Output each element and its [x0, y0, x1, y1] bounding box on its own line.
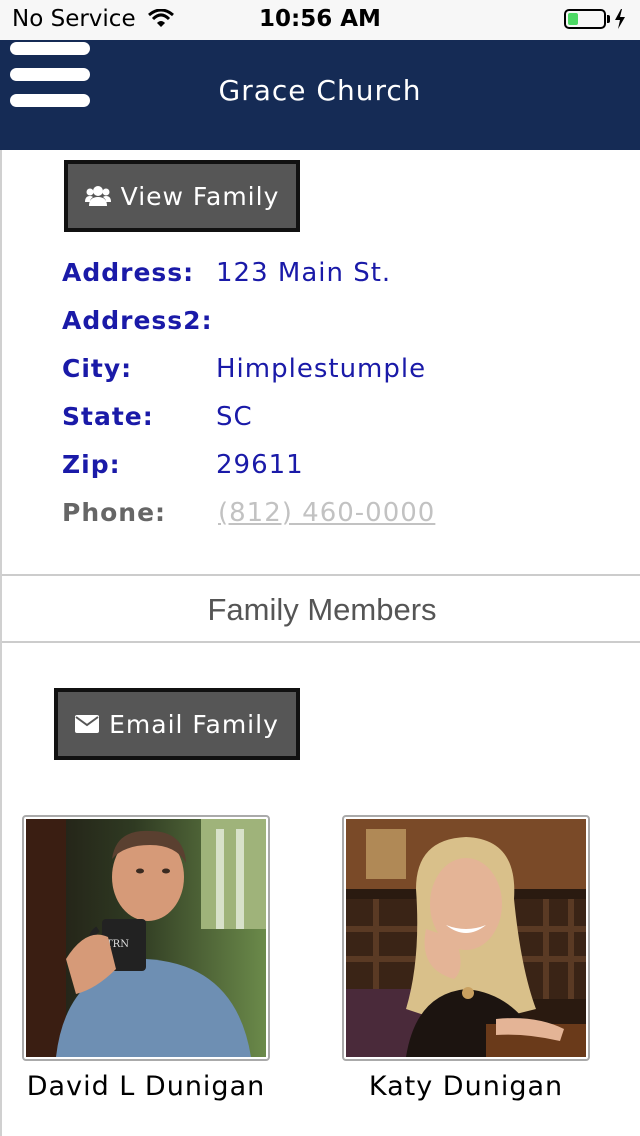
section-divider — [2, 574, 640, 576]
battery-indicator — [564, 9, 626, 29]
view-family-button[interactable]: View Family — [64, 160, 300, 232]
address-label: Address: — [62, 258, 195, 287]
city-label: City: — [62, 354, 133, 383]
status-time: 10:56 AM — [259, 6, 381, 32]
member-avatar-photo — [346, 819, 586, 1057]
envelope-icon — [75, 715, 100, 733]
family-member-card: TRN David L Dunigan — [22, 815, 270, 1102]
status-bar: No Service 10:56 AM — [0, 0, 640, 40]
family-members-heading: Family Members — [207, 592, 437, 627]
email-family-label: Email Family — [109, 709, 279, 739]
charging-bolt-icon — [615, 9, 625, 29]
member-name[interactable]: David L Dunigan — [22, 1071, 270, 1102]
phone-label: Phone: — [62, 498, 167, 527]
member-photo[interactable] — [342, 815, 590, 1061]
menu-bar-icon — [10, 42, 90, 55]
phone-link[interactable]: (812) 460-0000 — [218, 498, 435, 528]
member-photo[interactable]: TRN — [22, 815, 270, 1061]
address-value: 123 Main St. — [216, 258, 392, 288]
family-detail-content: View Family Address: 123 Main St. Addres… — [0, 150, 640, 1136]
users-icon — [84, 186, 111, 206]
page-title: Grace Church — [218, 74, 422, 107]
zip-value: 29611 — [216, 450, 304, 480]
member-name[interactable]: Katy Dunigan — [342, 1071, 590, 1102]
app-header: Grace Church — [0, 40, 640, 150]
section-divider — [2, 641, 640, 643]
battery-icon — [564, 9, 606, 29]
state-value: SC — [216, 402, 253, 432]
address2-label: Address2: — [62, 306, 213, 335]
member-avatar-photo: TRN — [26, 819, 266, 1057]
family-member-card: Katy Dunigan — [342, 815, 590, 1102]
view-family-label: View Family — [120, 181, 280, 211]
state-label: State: — [62, 402, 154, 431]
battery-level-fill — [568, 13, 579, 25]
email-family-button[interactable]: Email Family — [54, 688, 300, 760]
zip-label: Zip: — [62, 450, 121, 479]
city-value: Himplestumple — [216, 354, 427, 384]
